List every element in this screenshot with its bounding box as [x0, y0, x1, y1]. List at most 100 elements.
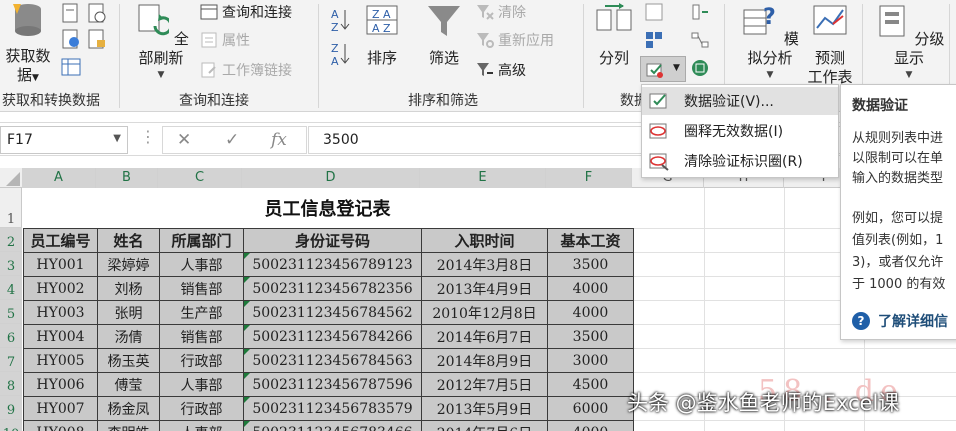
salary-cell[interactable]: 3000	[547, 348, 634, 373]
get-data-button[interactable]: 获取数 据▼	[2, 2, 54, 88]
row-header-9[interactable]: 9	[0, 396, 22, 420]
id-number-cell[interactable]: 500231123456789123	[243, 252, 422, 277]
department-cell[interactable]: 人事部	[159, 252, 244, 277]
name-cell[interactable]: 傅莹	[97, 372, 160, 397]
outline-button[interactable]: 分级显示 ▼	[870, 2, 948, 85]
employee-id-cell[interactable]: HY002	[23, 276, 98, 301]
hire-date-cell[interactable]: 2013年4月9日	[421, 276, 548, 301]
header-cell[interactable]: 姓名	[97, 228, 160, 253]
row-header-7[interactable]: 7	[0, 348, 22, 372]
department-cell[interactable]: 销售部	[159, 324, 244, 349]
menu-item-circle-invalid[interactable]: 圈释无效数据(I)	[642, 117, 838, 145]
employee-id-cell[interactable]: HY001	[23, 252, 98, 277]
consolidate-icon[interactable]	[690, 2, 710, 22]
data-model-icon[interactable]	[690, 58, 710, 78]
name-cell[interactable]: 刘杨	[97, 276, 160, 301]
cancel-icon[interactable]: ✕	[177, 130, 191, 150]
formula-bar-grip-icon[interactable]: ⋮	[140, 127, 156, 146]
from-table-icon[interactable]	[60, 56, 82, 78]
id-number-cell[interactable]: 500231123456782356	[243, 276, 422, 301]
name-cell[interactable]: 李明皓	[97, 420, 160, 431]
refresh-all-button[interactable]: 全部刷新 ▼	[128, 2, 194, 85]
reapply-button[interactable]: 重新应用	[476, 28, 554, 52]
hire-date-cell[interactable]: 2014年6月7日	[421, 324, 548, 349]
name-cell[interactable]: 汤倩	[97, 324, 160, 349]
filter-button[interactable]: 筛选	[420, 2, 468, 68]
employee-id-cell[interactable]: HY008	[23, 420, 98, 431]
department-cell[interactable]: 人事部	[159, 372, 244, 397]
clear-filter-button[interactable]: 清除	[476, 0, 526, 24]
id-number-cell[interactable]: 500231123456784563	[243, 348, 422, 373]
row-header-1[interactable]: 1	[0, 188, 22, 228]
employee-id-cell[interactable]: HY003	[23, 300, 98, 325]
row-header-3[interactable]: 3	[0, 252, 22, 276]
enter-check-icon[interactable]: ✓	[225, 130, 239, 150]
column-header-b[interactable]: B	[96, 168, 158, 188]
department-cell[interactable]: 行政部	[159, 396, 244, 421]
flash-fill-icon[interactable]	[644, 2, 664, 22]
id-number-cell[interactable]: 500231123456783579	[243, 396, 422, 421]
header-cell[interactable]: 基本工资	[547, 228, 634, 253]
insert-function-icon[interactable]: fx	[271, 130, 287, 150]
header-cell[interactable]: 身份证号码	[243, 228, 422, 253]
column-header-f[interactable]: F	[546, 168, 632, 188]
tooltip-help-link[interactable]: ? 了解详细信	[852, 311, 948, 331]
hire-date-cell[interactable]: 2013年5月9日	[421, 396, 548, 421]
salary-cell[interactable]: 4000	[547, 276, 634, 301]
column-header-c[interactable]: C	[158, 168, 242, 188]
existing-connections-icon[interactable]	[86, 28, 108, 50]
chevron-down-icon[interactable]: ▼	[113, 133, 121, 144]
department-cell[interactable]: 人事部	[159, 420, 244, 431]
properties-button[interactable]: 属性	[200, 28, 250, 52]
header-cell[interactable]: 员工编号	[23, 228, 98, 253]
hire-date-cell[interactable]: 2014年7月6日	[421, 420, 548, 431]
sheet-title[interactable]: 员工信息登记表	[23, 190, 632, 228]
edit-links-button[interactable]: 工作簿链接	[200, 58, 292, 82]
row-header-6[interactable]: 6	[0, 324, 22, 348]
header-cell[interactable]: 所属部门	[159, 228, 244, 253]
hire-date-cell[interactable]: 2012年7月5日	[421, 372, 548, 397]
from-text-icon[interactable]	[60, 2, 82, 24]
department-cell[interactable]: 行政部	[159, 348, 244, 373]
sort-za-icon[interactable]: ZA	[329, 40, 351, 68]
name-cell[interactable]: 张明	[97, 300, 160, 325]
salary-cell[interactable]: 3500	[547, 252, 634, 277]
row-header-4[interactable]: 4	[0, 276, 22, 300]
salary-cell[interactable]: 4000	[547, 300, 634, 325]
row-header-8[interactable]: 8	[0, 372, 22, 396]
column-header-d[interactable]: D	[242, 168, 420, 188]
salary-cell[interactable]: 4000	[547, 420, 634, 431]
advanced-filter-button[interactable]: 高级	[476, 58, 526, 82]
forecast-sheet-button[interactable]: 预测 工作表	[806, 2, 854, 87]
from-web-icon[interactable]	[60, 28, 82, 50]
id-number-cell[interactable]: 500231123456787596	[243, 372, 422, 397]
column-header-a[interactable]: A	[22, 168, 96, 188]
salary-cell[interactable]: 6000	[547, 396, 634, 421]
name-cell[interactable]: 杨玉英	[97, 348, 160, 373]
data-validation-button[interactable]: ▼	[640, 56, 686, 82]
menu-item-clear-circles[interactable]: 清除验证标识圈(R)	[642, 147, 838, 175]
employee-id-cell[interactable]: HY006	[23, 372, 98, 397]
salary-cell[interactable]: 4500	[547, 372, 634, 397]
text-to-columns-button[interactable]: 分列	[592, 2, 636, 68]
name-cell[interactable]: 梁婷婷	[97, 252, 160, 277]
what-if-analysis-button[interactable]: ? 模拟分析 ▼	[734, 2, 806, 85]
id-number-cell[interactable]: 500231123456784562	[243, 300, 422, 325]
column-header-e[interactable]: E	[420, 168, 546, 188]
sort-button[interactable]: Z AA Z 排序	[360, 2, 404, 68]
row-header-10[interactable]: 10	[0, 420, 22, 431]
row-header-5[interactable]: 5	[0, 300, 22, 324]
remove-duplicates-icon[interactable]	[644, 30, 664, 50]
menu-item-data-validation[interactable]: 数据验证(V)...	[642, 87, 838, 115]
select-all-corner[interactable]	[0, 168, 22, 188]
department-cell[interactable]: 生产部	[159, 300, 244, 325]
department-cell[interactable]: 销售部	[159, 276, 244, 301]
salary-cell[interactable]: 3500	[547, 324, 634, 349]
hire-date-cell[interactable]: 2014年3月8日	[421, 252, 548, 277]
hire-date-cell[interactable]: 2014年8月9日	[421, 348, 548, 373]
employee-id-cell[interactable]: HY007	[23, 396, 98, 421]
id-number-cell[interactable]: 500231123456783466	[243, 420, 422, 431]
relationships-icon[interactable]	[690, 30, 710, 50]
name-box[interactable]: F17 ▼	[0, 126, 128, 154]
employee-id-cell[interactable]: HY005	[23, 348, 98, 373]
